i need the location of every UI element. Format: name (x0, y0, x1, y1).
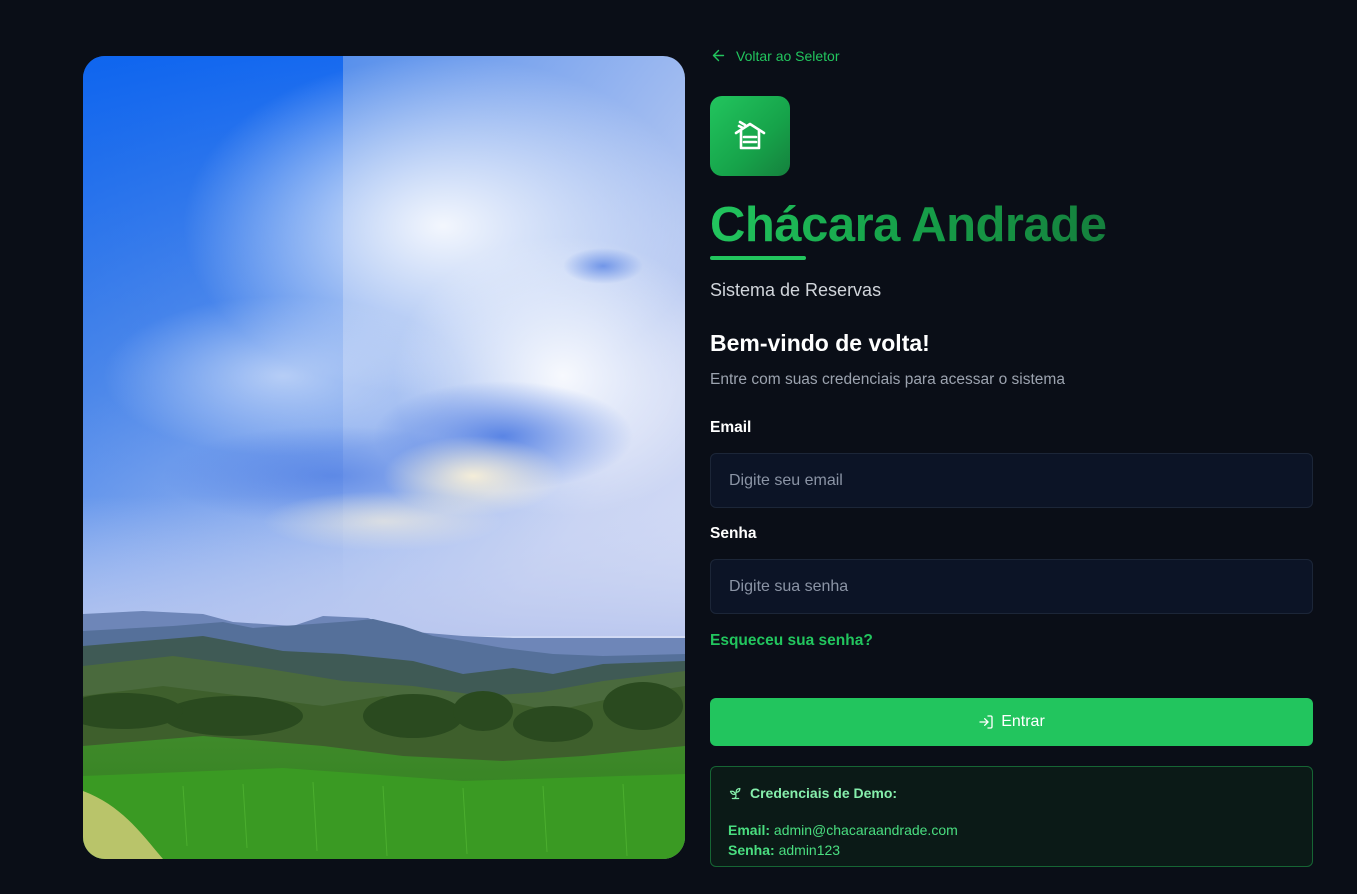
demo-email-line: Email: admin@chacaraandrade.com (728, 820, 1295, 840)
brand-title: Chácara Andrade (710, 198, 1107, 252)
landscape-image (83, 56, 685, 859)
brand-logo (710, 96, 790, 176)
house-icon (734, 120, 766, 150)
forgot-password-link[interactable]: Esqueceu sua senha? (710, 632, 873, 650)
welcome-heading: Bem-vindo de volta! (710, 330, 930, 356)
login-panel: Voltar ao Seletor Chácara Andrade Sistem… (710, 0, 1313, 894)
demo-credentials-heading: Credenciais de Demo: (750, 785, 898, 801)
email-input[interactable] (710, 453, 1313, 508)
sprout-icon (729, 787, 741, 799)
password-label: Senha (710, 525, 757, 542)
demo-email-key: Email: (728, 822, 771, 838)
welcome-description: Entre com suas credenciais para acessar … (710, 371, 1065, 388)
demo-password-key: Senha: (728, 842, 775, 858)
login-submit-button[interactable]: Entrar (710, 698, 1313, 746)
landscape-illustration (83, 56, 685, 859)
brand-subtitle: Sistema de Reservas (710, 280, 882, 300)
demo-credentials-heading-row: Credenciais de Demo: (728, 785, 1295, 801)
brand-title-underline (710, 256, 806, 260)
arrow-left-icon (712, 49, 725, 62)
back-link-label: Voltar ao Seletor (736, 47, 840, 64)
demo-email-value: admin@chacaraandrade.com (773, 822, 958, 838)
login-page: Voltar ao Seletor Chácara Andrade Sistem… (0, 0, 1357, 894)
demo-password-value: admin123 (778, 842, 841, 858)
email-label: Email (710, 419, 752, 436)
demo-password-line: Senha: admin123 (728, 840, 1295, 860)
demo-credentials-box: Credenciais de Demo: Email: admin@chacar… (710, 766, 1313, 867)
login-submit-label: Entrar (1001, 713, 1045, 730)
log-in-icon (979, 715, 993, 729)
back-to-selector-link[interactable]: Voltar ao Seletor (710, 47, 840, 64)
password-input[interactable] (710, 559, 1313, 614)
